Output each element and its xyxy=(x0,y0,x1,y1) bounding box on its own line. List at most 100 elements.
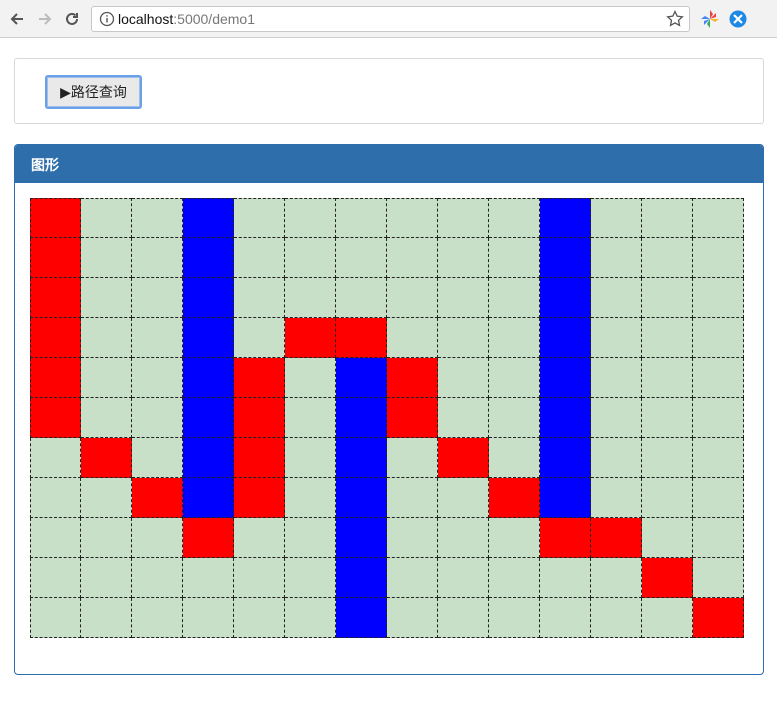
grid-cell-empty[interactable] xyxy=(489,518,540,558)
grid-cell-empty[interactable] xyxy=(81,558,132,598)
grid-cell-empty[interactable] xyxy=(642,398,693,438)
grid-cell-empty[interactable] xyxy=(438,238,489,278)
grid-cell-empty[interactable] xyxy=(30,598,81,638)
extension-circle-icon[interactable] xyxy=(728,9,748,29)
grid-cell-empty[interactable] xyxy=(285,198,336,238)
grid-cell-empty[interactable] xyxy=(591,318,642,358)
grid-cell-empty[interactable] xyxy=(285,558,336,598)
grid-cell-path[interactable] xyxy=(183,518,234,558)
grid-cell-empty[interactable] xyxy=(693,198,744,238)
grid-cell-obstacle[interactable] xyxy=(336,398,387,438)
grid-cell-empty[interactable] xyxy=(693,358,744,398)
grid-cell-path[interactable] xyxy=(387,358,438,398)
grid-cell-obstacle[interactable] xyxy=(183,318,234,358)
info-icon[interactable] xyxy=(99,11,115,27)
grid-cell-path[interactable] xyxy=(693,598,744,638)
grid-cell-empty[interactable] xyxy=(387,198,438,238)
grid-cell-empty[interactable] xyxy=(81,358,132,398)
grid-cell-obstacle[interactable] xyxy=(336,518,387,558)
grid-cell-empty[interactable] xyxy=(591,358,642,398)
grid-cell-obstacle[interactable] xyxy=(183,398,234,438)
grid-cell-empty[interactable] xyxy=(438,398,489,438)
grid-cell-empty[interactable] xyxy=(438,278,489,318)
grid-cell-empty[interactable] xyxy=(642,438,693,478)
grid-cell-empty[interactable] xyxy=(132,598,183,638)
grid-cell-path[interactable] xyxy=(132,478,183,518)
grid-cell-empty[interactable] xyxy=(336,198,387,238)
grid-cell-empty[interactable] xyxy=(489,438,540,478)
grid-cell-empty[interactable] xyxy=(183,558,234,598)
grid-cell-obstacle[interactable] xyxy=(336,478,387,518)
grid-cell-empty[interactable] xyxy=(234,198,285,238)
grid-cell-empty[interactable] xyxy=(540,558,591,598)
grid-cell-empty[interactable] xyxy=(438,318,489,358)
grid-cell-path[interactable] xyxy=(30,358,81,398)
grid-cell-empty[interactable] xyxy=(183,598,234,638)
grid-cell-empty[interactable] xyxy=(693,518,744,558)
grid-cell-empty[interactable] xyxy=(234,558,285,598)
grid-cell-empty[interactable] xyxy=(591,478,642,518)
grid-cell-path[interactable] xyxy=(285,318,336,358)
grid-cell-empty[interactable] xyxy=(642,318,693,358)
grid-cell-obstacle[interactable] xyxy=(540,358,591,398)
grid-cell-path[interactable] xyxy=(30,198,81,238)
grid-cell-empty[interactable] xyxy=(693,238,744,278)
grid-cell-obstacle[interactable] xyxy=(183,358,234,398)
grid-cell-empty[interactable] xyxy=(642,598,693,638)
grid-cell-empty[interactable] xyxy=(81,518,132,558)
grid-cell-obstacle[interactable] xyxy=(183,478,234,518)
grid-cell-empty[interactable] xyxy=(387,598,438,638)
grid-cell-path[interactable] xyxy=(234,438,285,478)
grid-cell-empty[interactable] xyxy=(132,438,183,478)
grid-cell-empty[interactable] xyxy=(642,478,693,518)
grid-cell-obstacle[interactable] xyxy=(336,598,387,638)
grid-cell-obstacle[interactable] xyxy=(540,438,591,478)
grid-cell-empty[interactable] xyxy=(285,238,336,278)
grid-cell-obstacle[interactable] xyxy=(336,358,387,398)
grid-cell-empty[interactable] xyxy=(285,398,336,438)
extension-pinwheel-icon[interactable] xyxy=(700,9,720,29)
grid-cell-empty[interactable] xyxy=(81,598,132,638)
grid-cell-empty[interactable] xyxy=(591,278,642,318)
grid-cell-empty[interactable] xyxy=(234,238,285,278)
grid-cell-empty[interactable] xyxy=(285,358,336,398)
grid-cell-empty[interactable] xyxy=(489,598,540,638)
grid-cell-empty[interactable] xyxy=(438,358,489,398)
grid-cell-empty[interactable] xyxy=(81,238,132,278)
grid-cell-path[interactable] xyxy=(81,438,132,478)
grid-cell-path[interactable] xyxy=(234,358,285,398)
grid-cell-empty[interactable] xyxy=(642,238,693,278)
path-query-button[interactable]: ▶路径查询 xyxy=(45,75,142,109)
grid-cell-empty[interactable] xyxy=(132,238,183,278)
grid-cell-path[interactable] xyxy=(30,318,81,358)
grid-cell-empty[interactable] xyxy=(489,358,540,398)
grid-cell-empty[interactable] xyxy=(81,318,132,358)
grid-cell-empty[interactable] xyxy=(81,278,132,318)
grid-cell-empty[interactable] xyxy=(132,278,183,318)
grid-cell-path[interactable] xyxy=(591,518,642,558)
bookmark-star-icon[interactable] xyxy=(665,9,685,29)
grid-cell-empty[interactable] xyxy=(234,278,285,318)
grid-cell-obstacle[interactable] xyxy=(336,558,387,598)
grid-cell-empty[interactable] xyxy=(387,438,438,478)
grid-cell-path[interactable] xyxy=(642,558,693,598)
grid-cell-empty[interactable] xyxy=(81,398,132,438)
grid-cell-empty[interactable] xyxy=(591,198,642,238)
grid-cell-empty[interactable] xyxy=(693,558,744,598)
address-bar[interactable]: localhost:5000/demo1 xyxy=(91,6,690,32)
grid-cell-empty[interactable] xyxy=(81,198,132,238)
grid-cell-empty[interactable] xyxy=(30,438,81,478)
grid-cell-obstacle[interactable] xyxy=(183,438,234,478)
grid-cell-empty[interactable] xyxy=(489,278,540,318)
grid-cell-empty[interactable] xyxy=(693,398,744,438)
grid-cell-path[interactable] xyxy=(489,478,540,518)
back-button[interactable] xyxy=(5,7,29,31)
grid-cell-empty[interactable] xyxy=(642,278,693,318)
grid-cell-empty[interactable] xyxy=(591,438,642,478)
grid-cell-empty[interactable] xyxy=(30,478,81,518)
grid-cell-obstacle[interactable] xyxy=(540,278,591,318)
grid-cell-empty[interactable] xyxy=(285,478,336,518)
grid-cell-path[interactable] xyxy=(30,398,81,438)
grid-cell-empty[interactable] xyxy=(438,478,489,518)
grid-cell-empty[interactable] xyxy=(30,518,81,558)
